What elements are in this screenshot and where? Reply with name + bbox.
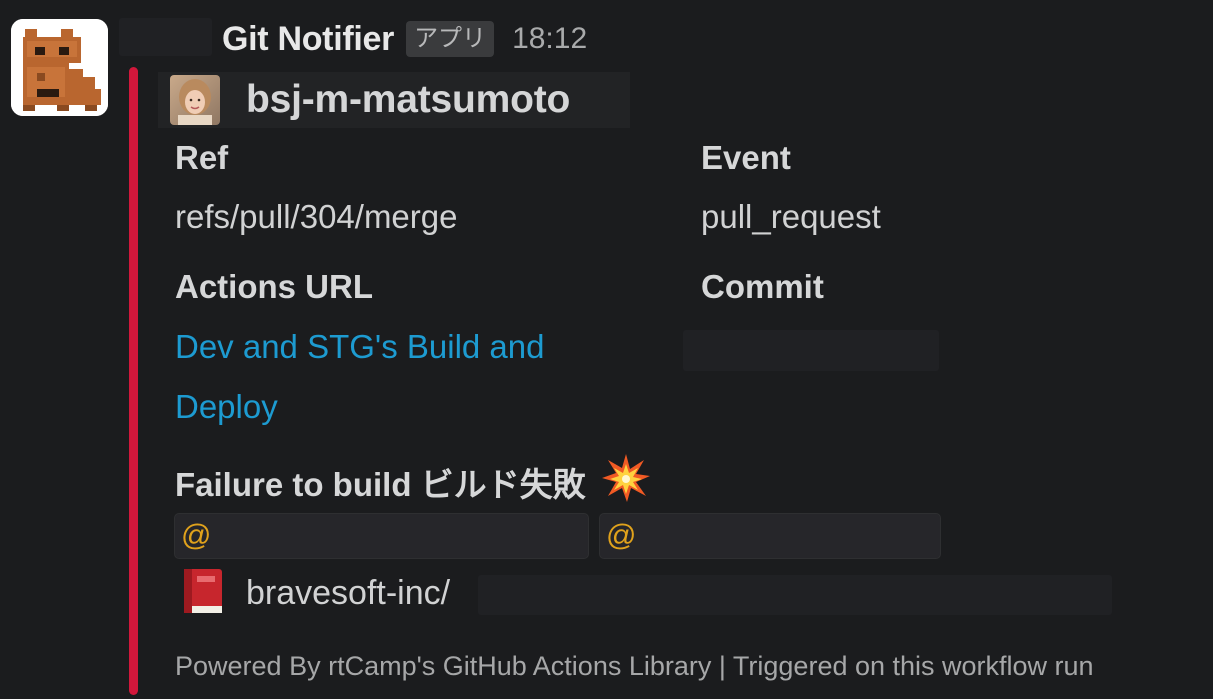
- redacted-block: [119, 18, 212, 56]
- field-title-actions-url: Actions URL: [175, 268, 373, 305]
- redacted-repo-name: [478, 575, 1112, 615]
- app-badge: アプリ: [406, 21, 495, 57]
- repository-name[interactable]: bravesoft-inc/: [246, 574, 450, 613]
- repository-line: bravesoft-inc/: [180, 568, 450, 618]
- attachment-author: bsj-m-matsumoto: [158, 72, 630, 128]
- footer-triggered-link[interactable]: Triggered on this workflow run: [733, 651, 1094, 681]
- attachment-footer: Powered By rtCamp's GitHub Actions Libra…: [175, 651, 1094, 682]
- message-timestamp[interactable]: 18:12: [512, 22, 587, 56]
- collision-icon: [600, 452, 652, 512]
- redacted-commit-value: [683, 330, 939, 371]
- build-status: Failure to build ビルド失敗: [175, 452, 652, 512]
- red-book-icon: [180, 566, 228, 620]
- message-header: Git Notifier アプリ 18:12: [222, 14, 587, 64]
- author-name[interactable]: bsj-m-matsumoto: [246, 78, 570, 122]
- field-value-event: pull_request: [701, 198, 881, 235]
- app-avatar[interactable]: [11, 19, 108, 116]
- slack-message: Git Notifier アプリ 18:12 bsj-m-matsumoto R…: [0, 0, 1213, 699]
- app-name[interactable]: Git Notifier: [222, 20, 394, 59]
- attachment-color-bar: [129, 67, 138, 695]
- field-value-ref: refs/pull/304/merge: [175, 198, 458, 235]
- author-avatar[interactable]: [170, 75, 220, 125]
- user-mention[interactable]: @: [174, 513, 589, 559]
- field-title-ref: Ref: [175, 139, 229, 176]
- mention-at-sign: @: [606, 519, 637, 552]
- actions-url-link-line-2[interactable]: Deploy: [175, 388, 278, 426]
- field-title-event: Event: [701, 139, 791, 176]
- user-mention[interactable]: @: [599, 513, 941, 559]
- capybara-icon: [11, 19, 108, 116]
- field-title-commit: Commit: [701, 268, 824, 305]
- build-status-text: Failure to build ビルド失敗: [175, 466, 586, 503]
- footer-powered-by[interactable]: Powered By rtCamp's GitHub Actions Libra…: [175, 651, 711, 681]
- actions-url-link-line-1[interactable]: Dev and STG's Build and: [175, 328, 545, 366]
- mention-at-sign: @: [181, 519, 212, 552]
- footer-separator: |: [718, 651, 726, 681]
